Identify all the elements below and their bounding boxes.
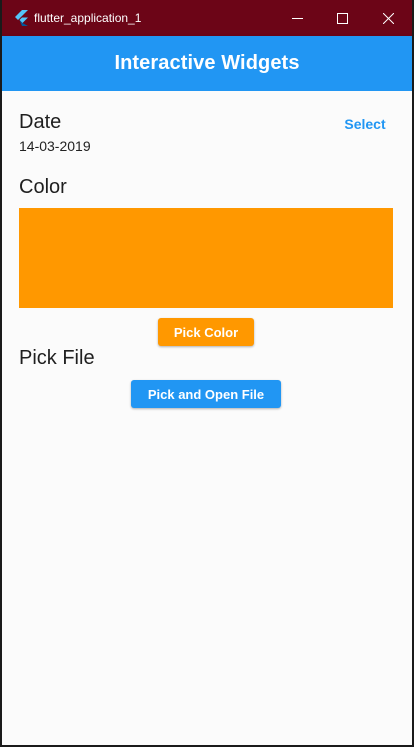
app-window: flutter_application_1 Interactive Widget… <box>0 0 414 747</box>
window-titlebar[interactable]: flutter_application_1 <box>2 0 412 36</box>
maximize-icon <box>336 12 348 24</box>
window-title: flutter_application_1 <box>34 11 142 25</box>
main-content: Date 14-03-2019 Select Color Pick Color … <box>2 91 412 745</box>
date-heading: Date <box>19 111 62 133</box>
close-button[interactable] <box>365 0 411 36</box>
color-heading: Color <box>19 176 67 198</box>
app-bar: Interactive Widgets <box>2 36 412 91</box>
app-bar-title: Interactive Widgets <box>114 52 300 74</box>
date-value: 14-03-2019 <box>19 138 91 154</box>
flutter-logo-icon <box>14 10 28 26</box>
pick-file-heading: Pick File <box>19 347 95 369</box>
pick-color-button[interactable]: Pick Color <box>158 318 254 346</box>
maximize-button[interactable] <box>319 0 365 36</box>
close-icon <box>382 12 394 24</box>
select-date-button[interactable]: Select <box>338 113 392 135</box>
pick-and-open-file-button[interactable]: Pick and Open File <box>131 380 281 408</box>
minimize-button[interactable] <box>274 0 320 36</box>
minimize-icon <box>291 13 303 24</box>
color-preview-swatch <box>19 208 393 308</box>
